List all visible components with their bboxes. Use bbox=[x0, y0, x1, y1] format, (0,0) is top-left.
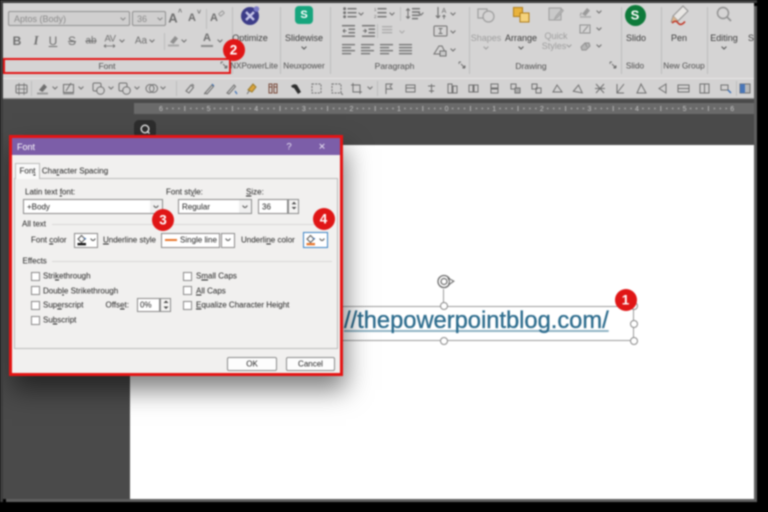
svg-text:5: 5 bbox=[207, 106, 211, 113]
svg-text:6: 6 bbox=[730, 106, 734, 113]
svg-text:6: 6 bbox=[159, 106, 163, 113]
svg-text:3: 3 bbox=[587, 106, 591, 113]
svg-text:1: 1 bbox=[374, 7, 377, 12]
svg-text:2: 2 bbox=[374, 14, 377, 19]
svg-text:4: 4 bbox=[635, 106, 639, 113]
svg-text:3: 3 bbox=[302, 106, 306, 113]
svg-text:1: 1 bbox=[492, 106, 496, 113]
svg-text:2: 2 bbox=[540, 106, 544, 113]
svg-text:1: 1 bbox=[397, 106, 401, 113]
svg-text:0: 0 bbox=[445, 106, 449, 113]
svg-text:A: A bbox=[442, 8, 447, 15]
svg-text:5: 5 bbox=[683, 106, 687, 113]
svg-text:2: 2 bbox=[349, 106, 353, 113]
svg-text:4: 4 bbox=[254, 106, 258, 113]
